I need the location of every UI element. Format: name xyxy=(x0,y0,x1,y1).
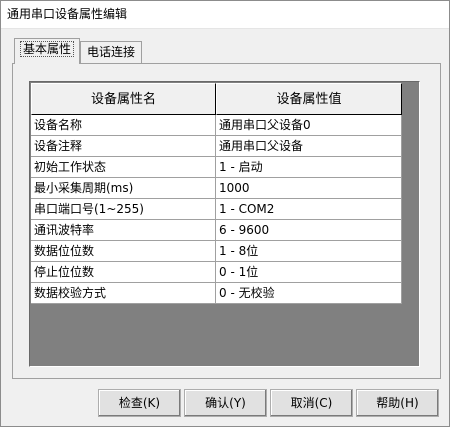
property-value-cell[interactable]: 0 - 无校验 xyxy=(216,283,402,304)
property-name-cell: 通讯波特率 xyxy=(31,220,216,241)
table-row[interactable]: 停止位位数 0 - 1位 xyxy=(31,262,402,283)
tab-phone-connection-label: 电话连接 xyxy=(86,45,135,59)
window-title: 通用串口设备属性编辑 xyxy=(7,7,128,21)
property-value-cell[interactable]: 1000 xyxy=(216,178,402,199)
column-header-property-value[interactable]: 设备属性值 xyxy=(216,83,402,115)
property-value-cell[interactable]: 1 - 8位 xyxy=(216,241,402,262)
property-dialog: 通用串口设备属性编辑 基本属性 电话连接 设备属性名 设备属性值 设备名称 通用… xyxy=(0,0,450,427)
property-name-cell: 停止位位数 xyxy=(31,262,216,283)
tab-basic-properties[interactable]: 基本属性 xyxy=(14,38,80,64)
table-row[interactable]: 数据校验方式 0 - 无校验 xyxy=(31,283,402,304)
tab-phone-connection[interactable]: 电话连接 xyxy=(80,41,142,64)
grid-rows: 设备名称 通用串口父设备0 设备注释 通用串口父设备 初始工作状态 1 - 启动… xyxy=(31,115,402,304)
grid-empty-area xyxy=(403,83,419,365)
table-row[interactable]: 设备注释 通用串口父设备 xyxy=(31,136,402,157)
help-button[interactable]: 帮助(H) xyxy=(356,389,439,417)
property-value-cell[interactable]: 1 - 启动 xyxy=(216,157,402,178)
check-button[interactable]: 检查(K) xyxy=(98,389,181,417)
property-value-cell[interactable]: 6 - 9600 xyxy=(216,220,402,241)
table-row[interactable]: 通讯波特率 6 - 9600 xyxy=(31,220,402,241)
property-name-cell: 设备注释 xyxy=(31,136,216,157)
table-row[interactable]: 串口端口号(1~255) 1 - COM2 xyxy=(31,199,402,220)
column-header-property-name[interactable]: 设备属性名 xyxy=(31,83,216,115)
table-row[interactable]: 数据位位数 1 - 8位 xyxy=(31,241,402,262)
property-name-cell: 设备名称 xyxy=(31,115,216,136)
property-name-cell: 数据校验方式 xyxy=(31,283,216,304)
confirm-button[interactable]: 确认(Y) xyxy=(184,389,267,417)
property-name-cell: 串口端口号(1~255) xyxy=(31,199,216,220)
grid-header: 设备属性名 设备属性值 xyxy=(31,83,402,115)
title-bar: 通用串口设备属性编辑 xyxy=(1,1,449,29)
tab-basic-properties-label: 基本属性 xyxy=(19,41,74,57)
property-value-cell[interactable]: 0 - 1位 xyxy=(216,262,402,283)
table-row[interactable]: 最小采集周期(ms) 1000 xyxy=(31,178,402,199)
table-row[interactable]: 设备名称 通用串口父设备0 xyxy=(31,115,402,136)
property-value-cell[interactable]: 通用串口父设备0 xyxy=(216,115,402,136)
property-value-cell[interactable]: 1 - COM2 xyxy=(216,199,402,220)
table-row[interactable]: 初始工作状态 1 - 启动 xyxy=(31,157,402,178)
cancel-button[interactable]: 取消(C) xyxy=(270,389,353,417)
property-name-cell: 初始工作状态 xyxy=(31,157,216,178)
property-name-cell: 最小采集周期(ms) xyxy=(31,178,216,199)
property-name-cell: 数据位位数 xyxy=(31,241,216,262)
property-grid: 设备属性名 设备属性值 设备名称 通用串口父设备0 设备注释 通用串口父设备 初… xyxy=(29,81,420,367)
property-value-cell[interactable]: 通用串口父设备 xyxy=(216,136,402,157)
